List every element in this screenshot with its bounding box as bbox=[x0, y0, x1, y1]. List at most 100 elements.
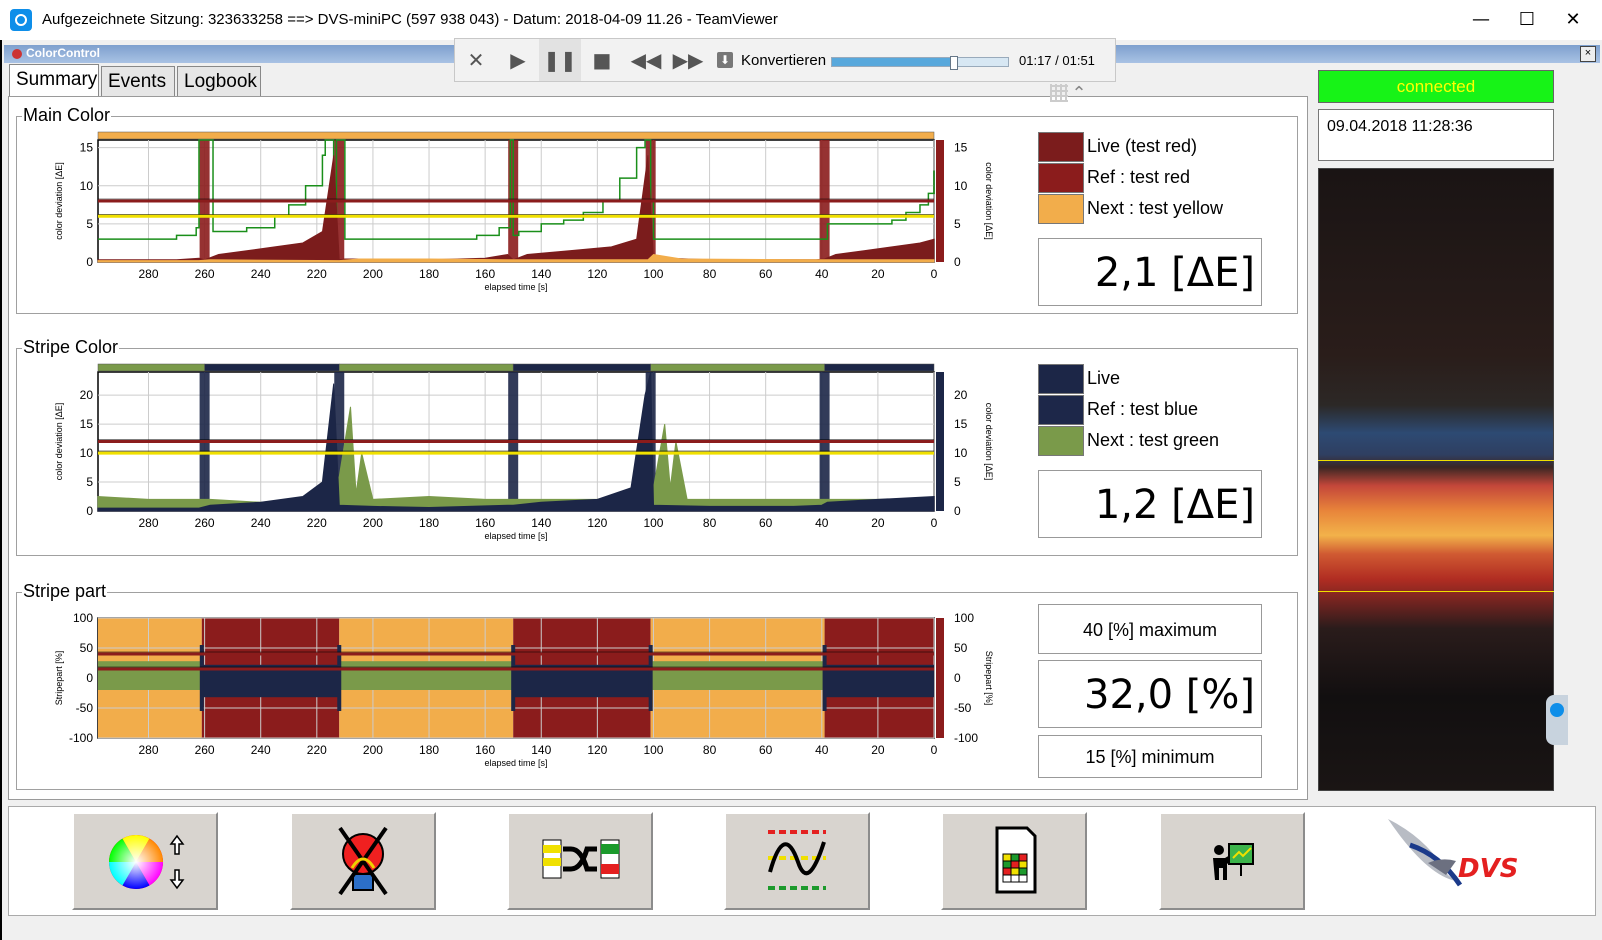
x-tick-label: 160 bbox=[475, 516, 495, 530]
x-tick-label: 180 bbox=[419, 743, 439, 757]
play-icon[interactable]: ▶ bbox=[497, 39, 539, 81]
playback-time: 01:17 / 01:51 bbox=[1019, 53, 1095, 68]
x-tick-label: 220 bbox=[307, 516, 327, 530]
tab-summary[interactable]: Summary bbox=[9, 64, 99, 97]
progress-handle[interactable] bbox=[950, 56, 959, 70]
y2-tick-label: 100 bbox=[954, 611, 974, 625]
y-tick-label: 5 bbox=[86, 475, 93, 489]
grid-icon[interactable] bbox=[1050, 84, 1068, 102]
fast-forward-icon[interactable]: ▶▶ bbox=[667, 39, 709, 81]
x-tick-label: 160 bbox=[475, 743, 495, 757]
y2-tick-label: 10 bbox=[954, 179, 968, 193]
report-button[interactable] bbox=[941, 812, 1087, 910]
y-tick-label: 20 bbox=[80, 388, 94, 402]
stripe-band bbox=[339, 661, 514, 690]
presentation-button[interactable] bbox=[1159, 812, 1305, 910]
maximize-button[interactable]: ☐ bbox=[1504, 0, 1550, 40]
tolerance-button[interactable] bbox=[724, 812, 870, 910]
camera-marker-bottom bbox=[1318, 591, 1554, 592]
x-tick-label: 260 bbox=[195, 743, 215, 757]
y-axis-label: Stripepart [%] bbox=[54, 651, 64, 706]
datetime-display: 09.04.2018 11:28:36 bbox=[1318, 109, 1554, 161]
app-title: ColorControl bbox=[26, 46, 100, 60]
collapse-chevron-icon[interactable]: ⌃ bbox=[1068, 82, 1090, 104]
shuffle-icon bbox=[542, 839, 620, 879]
lamp-off-button[interactable] bbox=[290, 812, 436, 910]
stripe-color-value: 1,2 [ΔE] bbox=[1038, 470, 1262, 538]
stop-session-x-icon[interactable]: ✕ bbox=[455, 39, 497, 81]
x-axis-label: elapsed time [s] bbox=[484, 282, 547, 292]
progress-fill bbox=[832, 58, 954, 66]
status-bar-segment bbox=[97, 363, 205, 372]
y2-tick-label: 0 bbox=[954, 671, 961, 685]
status-bar-segment bbox=[97, 131, 935, 140]
teamviewer-side-tab[interactable] bbox=[1546, 695, 1568, 745]
download-icon: ⬇ bbox=[717, 52, 733, 68]
app-close-button[interactable]: × bbox=[1580, 46, 1596, 62]
x-tick-label: 40 bbox=[815, 267, 829, 281]
x-tick-label: 280 bbox=[138, 267, 158, 281]
tab-events[interactable]: Events bbox=[101, 66, 175, 96]
y-axis-label: color deviation [ΔE] bbox=[54, 403, 64, 481]
x-axis-label: elapsed time [s] bbox=[484, 531, 547, 541]
convert-button[interactable]: Konvertieren bbox=[741, 52, 826, 69]
legend-label-stripe-next: Next : test green bbox=[1087, 430, 1220, 450]
y-tick-label: 15 bbox=[80, 417, 94, 431]
x-tick-label: 200 bbox=[363, 743, 383, 757]
x-tick-label: 260 bbox=[195, 516, 215, 530]
stripe-band bbox=[650, 661, 825, 690]
x-tick-label: 0 bbox=[931, 743, 938, 757]
legend-swatch-stripe-live bbox=[1038, 364, 1084, 394]
x-tick-label: 180 bbox=[419, 267, 439, 281]
playback-toolbar: ✕ ▶ ❚❚ ■ ◀◀ ▶▶ ⬇ Konvertieren 01:17 / 01… bbox=[454, 38, 1116, 82]
legend-swatch-stripe-next bbox=[1038, 426, 1084, 456]
dvs-logo: DVS bbox=[1388, 819, 1518, 887]
y2-tick-label: -100 bbox=[954, 731, 978, 745]
shuffle-button[interactable] bbox=[507, 812, 653, 910]
dvs-logo-text: DVS bbox=[1458, 854, 1518, 884]
stripe-color-chart: 280 260 240 220 200 180 160 140 120 100 80 60 40 20 00… bbox=[54, 363, 994, 541]
y-tick-label: -100 bbox=[69, 731, 93, 745]
y-tick-label: 100 bbox=[73, 611, 93, 625]
stop-icon[interactable]: ■ bbox=[581, 39, 623, 81]
teamviewer-side-icon bbox=[1550, 703, 1564, 717]
x-tick-label: 280 bbox=[138, 516, 158, 530]
legend-label-stripe-live: Live bbox=[1087, 368, 1121, 388]
x-tick-label: 140 bbox=[531, 516, 551, 530]
x-tick-label: 220 bbox=[307, 267, 327, 281]
presentation-icon bbox=[1213, 843, 1254, 880]
stripe-band bbox=[98, 661, 202, 690]
status-bar-segment bbox=[650, 363, 825, 372]
y-tick-label: 5 bbox=[86, 217, 93, 231]
stripe-part-maximum: 40 [%] maximum bbox=[1038, 604, 1262, 654]
main-color-title: Main Color bbox=[22, 105, 112, 126]
x-tick-label: 40 bbox=[815, 516, 829, 530]
x-tick-label: 260 bbox=[195, 267, 215, 281]
legend-swatch-ref bbox=[1038, 163, 1084, 193]
legend-swatch-next bbox=[1038, 194, 1084, 224]
tab-logbook[interactable]: Logbook bbox=[177, 66, 261, 96]
x-tick-label: 220 bbox=[307, 743, 327, 757]
y2-tick-label: 5 bbox=[954, 475, 961, 489]
color-wheel-icon bbox=[108, 834, 185, 890]
rewind-icon[interactable]: ◀◀ bbox=[625, 39, 667, 81]
pause-icon[interactable]: ❚❚ bbox=[539, 39, 581, 81]
y2-axis-label: color deviation [ΔE] bbox=[984, 162, 994, 240]
y2-axis-label: Stripepart [%] bbox=[984, 651, 994, 706]
playback-progress[interactable] bbox=[831, 56, 1009, 70]
x-tick-label: 20 bbox=[871, 267, 885, 281]
y-axis-label: color deviation [ΔE] bbox=[54, 162, 64, 240]
close-window-button[interactable]: ✕ bbox=[1550, 0, 1596, 40]
x-tick-label: 280 bbox=[138, 743, 158, 757]
right-axis-strip bbox=[936, 372, 944, 511]
camera-marker-top bbox=[1318, 460, 1554, 461]
x-tick-label: 140 bbox=[531, 743, 551, 757]
status-bar-segment bbox=[204, 363, 340, 372]
minimize-button[interactable]: — bbox=[1458, 0, 1504, 40]
main-color-chart: 280 260 240 220 200 180 160 140 120 100 80 60 40 20 00… bbox=[54, 131, 994, 292]
stripe-part-value: 32,0 [%] bbox=[1038, 660, 1262, 728]
stripe-part-minimum: 15 [%] minimum bbox=[1038, 735, 1262, 778]
color-wheel-button[interactable] bbox=[72, 812, 218, 910]
tolerance-curve-icon bbox=[768, 830, 826, 890]
right-axis-strip bbox=[936, 618, 944, 738]
